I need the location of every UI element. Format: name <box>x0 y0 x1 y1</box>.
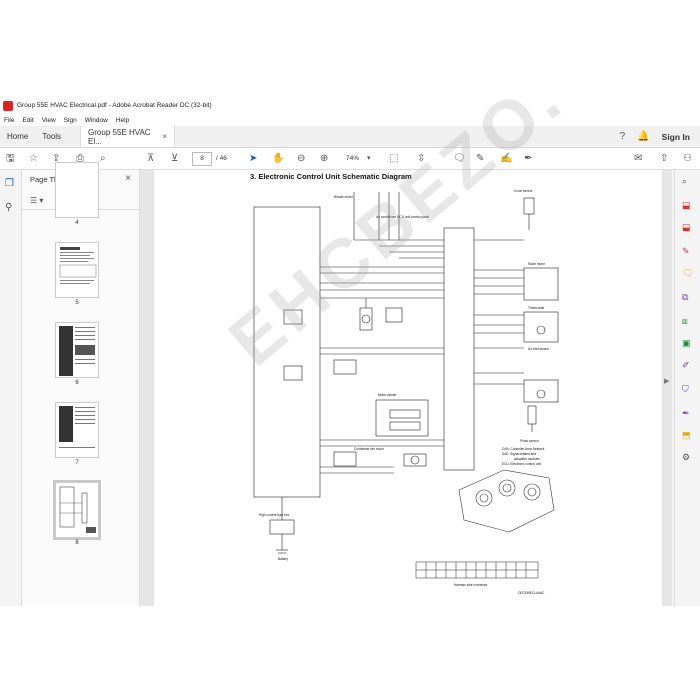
battery-label: Battery <box>278 557 289 561</box>
email-icon[interactable]: ✉ <box>634 152 642 166</box>
expand-right-panel-icon[interactable]: ▶ <box>664 377 669 385</box>
mode-motor-label: Mode motor <box>528 262 546 266</box>
zoom-level[interactable]: 74% <box>346 152 359 166</box>
notifications-icon[interactable]: 🔔 <box>637 131 649 142</box>
thumbnail-number: 7 <box>75 460 79 466</box>
select-cursor-icon[interactable]: ➤ <box>249 152 257 166</box>
attachment-icon[interactable]: ⚲ <box>5 202 12 213</box>
thumbnail-page-7[interactable] <box>55 402 99 458</box>
toolbar: 🖫 ☆ ⇪ ⎙ ⌕ ⊼ ⊻ 8 / 46 ➤ ✋ ⊖ ⊕ 74% ▾ ⬚ ⇳ 🗨… <box>0 148 700 170</box>
edit-pdf-icon[interactable]: ✎ <box>682 246 690 257</box>
tab-bar: Home Tools Group 55E HVAC El... × ? 🔔 Si… <box>0 126 700 148</box>
previous-page-icon[interactable]: ⊼ <box>147 152 154 166</box>
next-page-icon[interactable]: ⊻ <box>171 152 178 166</box>
hand-tool-icon[interactable]: ✋ <box>272 152 284 166</box>
share-icon[interactable]: ⇧ <box>660 152 668 166</box>
menu-file[interactable]: File <box>4 117 14 124</box>
marquee-zoom-icon[interactable]: ⬚ <box>389 152 398 166</box>
thumbnail-number: 4 <box>75 220 79 226</box>
save-icon[interactable]: 🖫 <box>6 152 15 166</box>
tab-home[interactable]: Home <box>0 126 35 147</box>
ecu-label: ECU: Electronic control unit <box>502 462 541 466</box>
sae-label: SAE: Signal-related and <box>502 452 536 456</box>
thumbnail-page-5[interactable] <box>55 242 99 298</box>
left-rail: ❐ ⚲ <box>0 170 22 606</box>
can-network-label: CAN: Controller Area Network <box>502 447 545 451</box>
tab-document-label: Group 55E HVAC El... <box>88 127 151 146</box>
thumbnail-preview <box>59 486 96 533</box>
combine-files-icon[interactable]: ⧉ <box>682 292 688 303</box>
sae-label-2: actuation modules <box>514 457 540 461</box>
window-title: Group 55E HVAC Electrical.pdf - Adobe Ac… <box>17 102 212 109</box>
motor-cluster-label: Motor cluster <box>378 393 397 397</box>
redact-icon[interactable]: ✐ <box>682 360 690 371</box>
thumbnails-panel: Page Thumbnails × ☰ ▾ 4 5 6 <box>22 162 156 606</box>
thermostat-label: Thermostat <box>528 306 544 310</box>
air-inlet-sensor-label: Air inlet sensor <box>528 347 550 351</box>
create-pdf-icon[interactable]: ⬓ <box>682 222 691 233</box>
thumbnail-preview <box>59 247 97 284</box>
send-for-comments-icon[interactable]: ⬒ <box>682 430 691 441</box>
thumbnail-number: 6 <box>75 380 79 386</box>
thumbnail-number: 8 <box>75 540 79 546</box>
fuse-box-label: High current fuse box <box>259 513 290 517</box>
acrobat-icon <box>3 100 13 111</box>
menu-edit[interactable]: Edit <box>22 117 33 124</box>
add-user-icon[interactable]: ⚇ <box>683 152 692 166</box>
menu-window[interactable]: Window <box>85 117 108 124</box>
photo-sensor-label: Photo sensor <box>520 439 540 443</box>
comment-icon[interactable]: 🗨 <box>682 268 693 279</box>
chevron-down-icon[interactable]: ▾ <box>367 152 371 166</box>
fill-sign-icon[interactable]: ✒ <box>682 408 690 419</box>
document-viewport[interactable]: 3. Electronic Control Unit Schematic Dia… <box>140 97 700 606</box>
organize-pages-icon[interactable]: ⧈ <box>682 316 688 327</box>
thumbnail-options-icon[interactable]: ☰ ▾ <box>30 196 43 205</box>
close-icon[interactable]: × <box>162 132 167 141</box>
bookmark-star-icon[interactable]: ☆ <box>29 152 38 166</box>
thumbnail-preview <box>59 406 95 448</box>
help-icon[interactable]: ? <box>620 131 626 142</box>
search-icon[interactable]: ⌕ <box>100 152 106 166</box>
in-car-sensor-label: In car sensor <box>514 189 533 193</box>
thumbnail-page-4[interactable] <box>55 162 99 218</box>
search-icon[interactable]: ⌕ <box>682 176 687 187</box>
condenser-fan-label: Condenser fan motor <box>354 447 385 451</box>
menu-bar: File Edit View Sign Window Help <box>0 114 700 126</box>
acrobat-window: Group 55E HVAC Electrical.pdf - Adobe Ac… <box>0 97 700 606</box>
blower-motor-label: Blower motor <box>334 195 354 199</box>
sign-in-button[interactable]: Sign In <box>662 132 690 142</box>
export-pdf-icon[interactable]: ⬓ <box>682 200 691 211</box>
more-tools-icon[interactable]: ⚙ <box>682 452 690 463</box>
page-thumbnails-icon[interactable]: ❐ <box>5 178 14 189</box>
page-number-input[interactable]: 8 <box>192 152 212 166</box>
close-icon[interactable]: × <box>125 173 131 184</box>
protect-icon[interactable]: ⛉ <box>682 384 689 395</box>
header-actions: ? 🔔 Sign In <box>620 126 700 147</box>
thumbnail-page-8[interactable] <box>53 480 101 540</box>
zoom-in-icon[interactable]: ⊕ <box>320 152 328 166</box>
right-tools-rail: ⌕ ⬓ ⬓ ✎ 🗨 ⧉ ⧈ ▣ ✐ ⛉ ✒ ⬒ ⚙ <box>674 170 700 606</box>
thumbnail-number: 5 <box>75 300 79 306</box>
thumbnail-page-6[interactable] <box>55 322 99 378</box>
tab-tools[interactable]: Tools <box>35 126 68 147</box>
compress-icon[interactable]: ▣ <box>682 338 691 349</box>
thumbnail-preview <box>59 326 95 376</box>
pdf-page: 3. Electronic Control Unit Schematic Dia… <box>154 97 700 606</box>
menu-view[interactable]: View <box>42 117 56 124</box>
menu-sign[interactable]: Sign <box>64 117 77 124</box>
zoom-out-icon[interactable]: ⊖ <box>297 152 305 166</box>
harness-label: Harness side connector <box>454 583 488 587</box>
tab-document[interactable]: Group 55E HVAC El... × <box>80 126 176 147</box>
menu-help[interactable]: Help <box>116 117 129 124</box>
page-count: / 46 <box>216 155 227 162</box>
footer-code: OD7349ECU•AAC <box>518 591 545 595</box>
